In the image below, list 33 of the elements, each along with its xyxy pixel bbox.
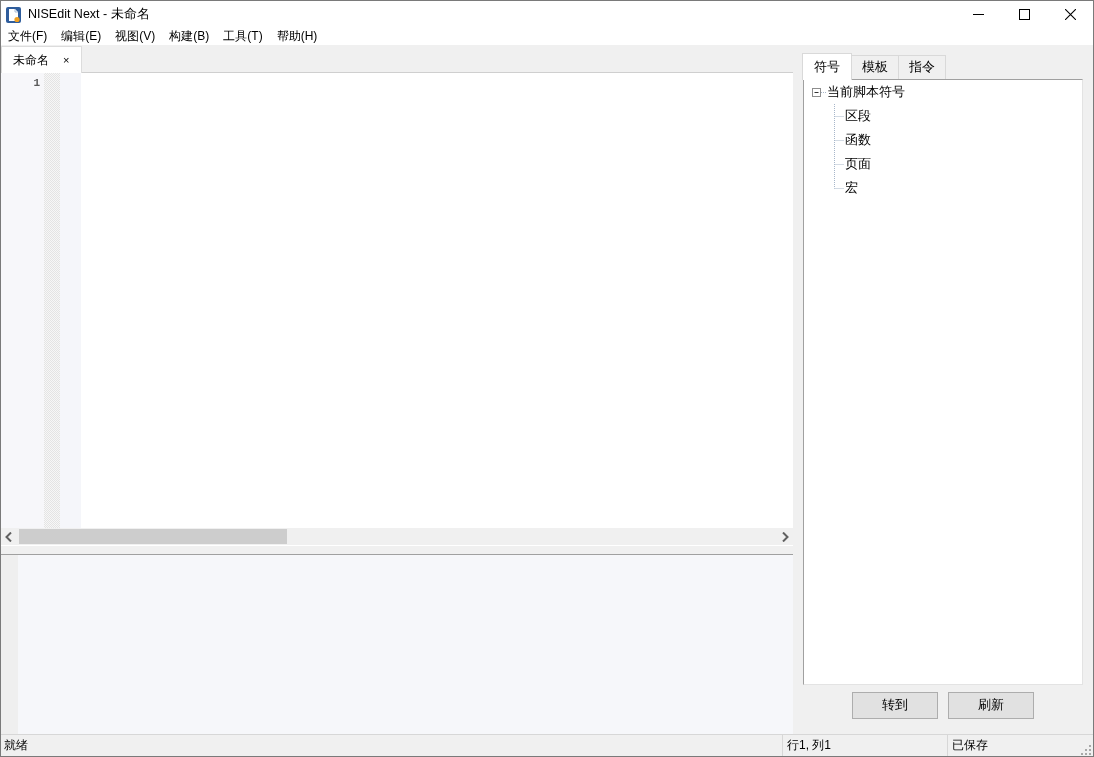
panel-tab[interactable]: 符号 <box>802 53 852 80</box>
editor-tab[interactable]: 未命名 × <box>1 46 83 73</box>
tree-item[interactable]: 当前脚本符号 <box>827 84 905 100</box>
line-number: 1 <box>32 77 41 90</box>
window-title: NISEdit Next - 未命名 <box>28 7 150 22</box>
cursor-position: 行1, 列1 <box>787 738 831 753</box>
menu-item[interactable]: 文件(F) <box>1 28 55 45</box>
menu-item[interactable]: 构建(B) <box>162 28 217 45</box>
scroll-right-icon[interactable] <box>781 531 789 542</box>
menu-item[interactable]: 编辑(E) <box>54 28 109 45</box>
tree-connector-icon <box>834 104 844 128</box>
tree-item[interactable]: 页面 <box>845 156 871 172</box>
tree-item[interactable]: 区段 <box>845 108 871 124</box>
menu-item[interactable]: 工具(T) <box>216 28 270 45</box>
close-tab-button[interactable]: × <box>63 54 70 66</box>
scroll-left-icon[interactable] <box>5 531 13 542</box>
action-button[interactable]: 刷新 <box>947 692 1034 719</box>
tree-item[interactable]: 宏 <box>845 180 858 196</box>
menu-item[interactable]: 视图(V) <box>108 28 163 45</box>
scrollbar-thumb[interactable] <box>19 529 287 544</box>
save-status: 已保存 <box>952 738 988 753</box>
status-message: 就绪 <box>4 738 28 753</box>
menu-item[interactable]: 帮助(H) <box>269 28 325 45</box>
action-button[interactable]: 转到 <box>851 692 938 719</box>
pane-splitter[interactable] <box>1 545 793 555</box>
collapse-icon[interactable] <box>812 87 827 97</box>
tree-item[interactable]: 函数 <box>845 132 871 148</box>
app-icon <box>6 6 21 23</box>
maximize-icon <box>1018 9 1030 20</box>
close-icon <box>1064 9 1076 20</box>
panel-tab[interactable]: 指令 <box>898 55 946 79</box>
size-grip-icon[interactable] <box>1081 745 1091 755</box>
tree-connector-icon <box>834 128 844 152</box>
